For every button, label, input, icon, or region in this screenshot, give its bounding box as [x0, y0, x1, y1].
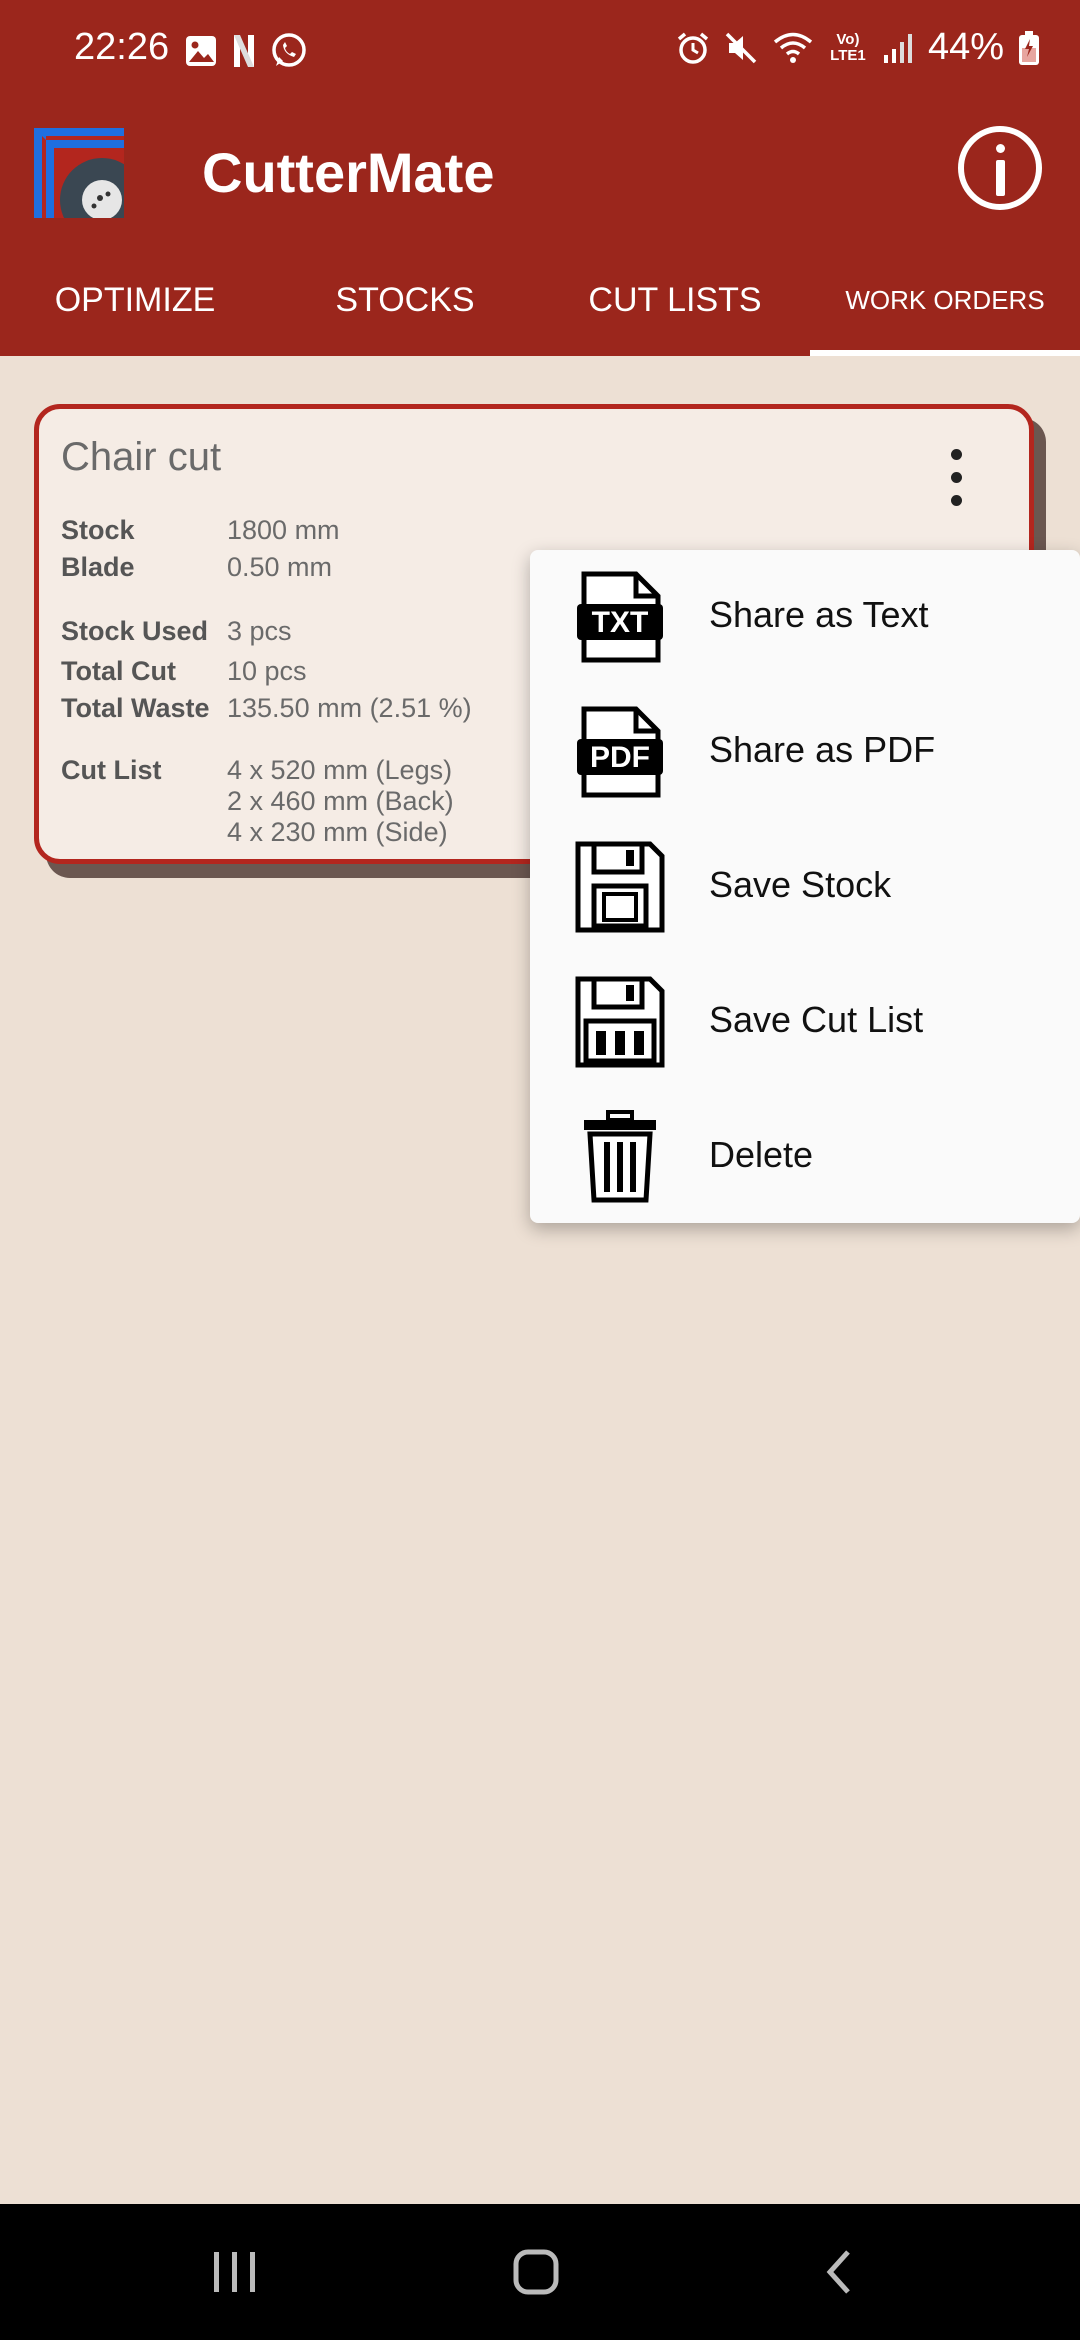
- pdf-file-icon: PDF: [574, 705, 666, 799]
- volte-text: Vo) LTE1: [830, 30, 866, 64]
- menu-label-delete: Delete: [709, 1134, 814, 1175]
- tab-stocks[interactable]: STOCKS: [270, 250, 540, 356]
- menu-item-share-as-text[interactable]: TXT Share as Text: [530, 550, 1080, 685]
- more-options-button[interactable]: [951, 449, 963, 507]
- system-nav-bar: [0, 2204, 1080, 2340]
- wifi-icon: [772, 31, 814, 65]
- stock-label: Stock: [61, 515, 135, 545]
- whatsapp-icon: [270, 32, 308, 70]
- txt-file-icon: TXT: [574, 570, 666, 664]
- total-waste-value: 135.50 mm (2.51 %): [227, 693, 472, 723]
- recent-apps-icon[interactable]: [212, 2248, 258, 2301]
- home-icon[interactable]: [512, 2248, 560, 2301]
- menu-item-save-cut-list[interactable]: Save Cut List: [530, 955, 1080, 1090]
- menu-label-save-cut-list: Save Cut List: [709, 999, 924, 1040]
- app-title: CutterMate: [202, 141, 495, 204]
- tab-work-orders[interactable]: WORK ORDERS: [810, 250, 1080, 356]
- stock-used-label: Stock Used: [61, 616, 209, 646]
- tab-cut-lists[interactable]: CUT LISTS: [540, 250, 810, 356]
- menu-item-share-as-pdf[interactable]: PDF Share as PDF: [530, 685, 1080, 820]
- cut-list-item: 4 x 230 mm (Side): [227, 817, 448, 847]
- mute-icon: [724, 31, 758, 65]
- status-time: 22:26: [74, 26, 170, 68]
- tab-bar: OPTIMIZE STOCKS CUT LISTS WORK ORDERS: [0, 250, 1080, 356]
- menu-label-share-as-pdf: Share as PDF: [709, 729, 936, 770]
- status-system-icons: Vo) LTE1 44%: [676, 26, 1040, 69]
- menu-label-save-stock: Save Stock: [709, 864, 892, 905]
- blade-label: Blade: [61, 552, 135, 582]
- options-menu: TXT Share as Text PDF Share as PDF Save …: [530, 550, 1080, 1223]
- battery-percent: 44%: [927, 26, 1004, 68]
- txt-icon-text: TXT: [592, 606, 649, 639]
- tab-optimize[interactable]: OPTIMIZE: [0, 250, 270, 356]
- volte-icon: Vo) LTE1: [828, 30, 868, 64]
- blade-value: 0.50 mm: [227, 552, 333, 582]
- cut-list-item: 2 x 460 mm (Back): [227, 786, 454, 816]
- battery-icon: [1018, 30, 1040, 66]
- netflix-icon: [232, 33, 256, 69]
- alarm-icon: [676, 31, 710, 65]
- signal-icon: [882, 31, 914, 65]
- total-cut-value: 10 pcs: [227, 656, 307, 686]
- total-waste-label: Total Waste: [61, 693, 210, 723]
- floppy-list-icon: [574, 975, 666, 1069]
- image-icon: [184, 34, 218, 68]
- cut-list-label: Cut List: [61, 755, 162, 785]
- stock-used-value: 3 pcs: [227, 616, 292, 646]
- stock-value: 1800 mm: [227, 515, 340, 545]
- work-order-title: Chair cut: [61, 435, 222, 479]
- menu-item-save-stock[interactable]: Save Stock: [530, 820, 1080, 955]
- status-notification-icons: [184, 32, 308, 70]
- info-button[interactable]: [958, 126, 1042, 210]
- cut-list-item: 4 x 520 mm (Legs): [227, 755, 453, 785]
- menu-label-share-as-text: Share as Text: [709, 594, 929, 635]
- tab-selected-indicator: [810, 350, 1080, 356]
- status-bar: 22:26 Vo) LTE1 44%: [0, 0, 1080, 104]
- total-cut-label: Total Cut: [61, 656, 176, 686]
- app-bar: CutterMate: [0, 104, 1080, 250]
- floppy-disk-icon: [574, 840, 666, 934]
- pdf-icon-text: PDF: [590, 741, 650, 774]
- back-icon[interactable]: [822, 2248, 856, 2301]
- menu-item-delete[interactable]: Delete: [530, 1090, 1080, 1225]
- trash-icon: [574, 1110, 666, 1204]
- app-logo: [34, 128, 144, 242]
